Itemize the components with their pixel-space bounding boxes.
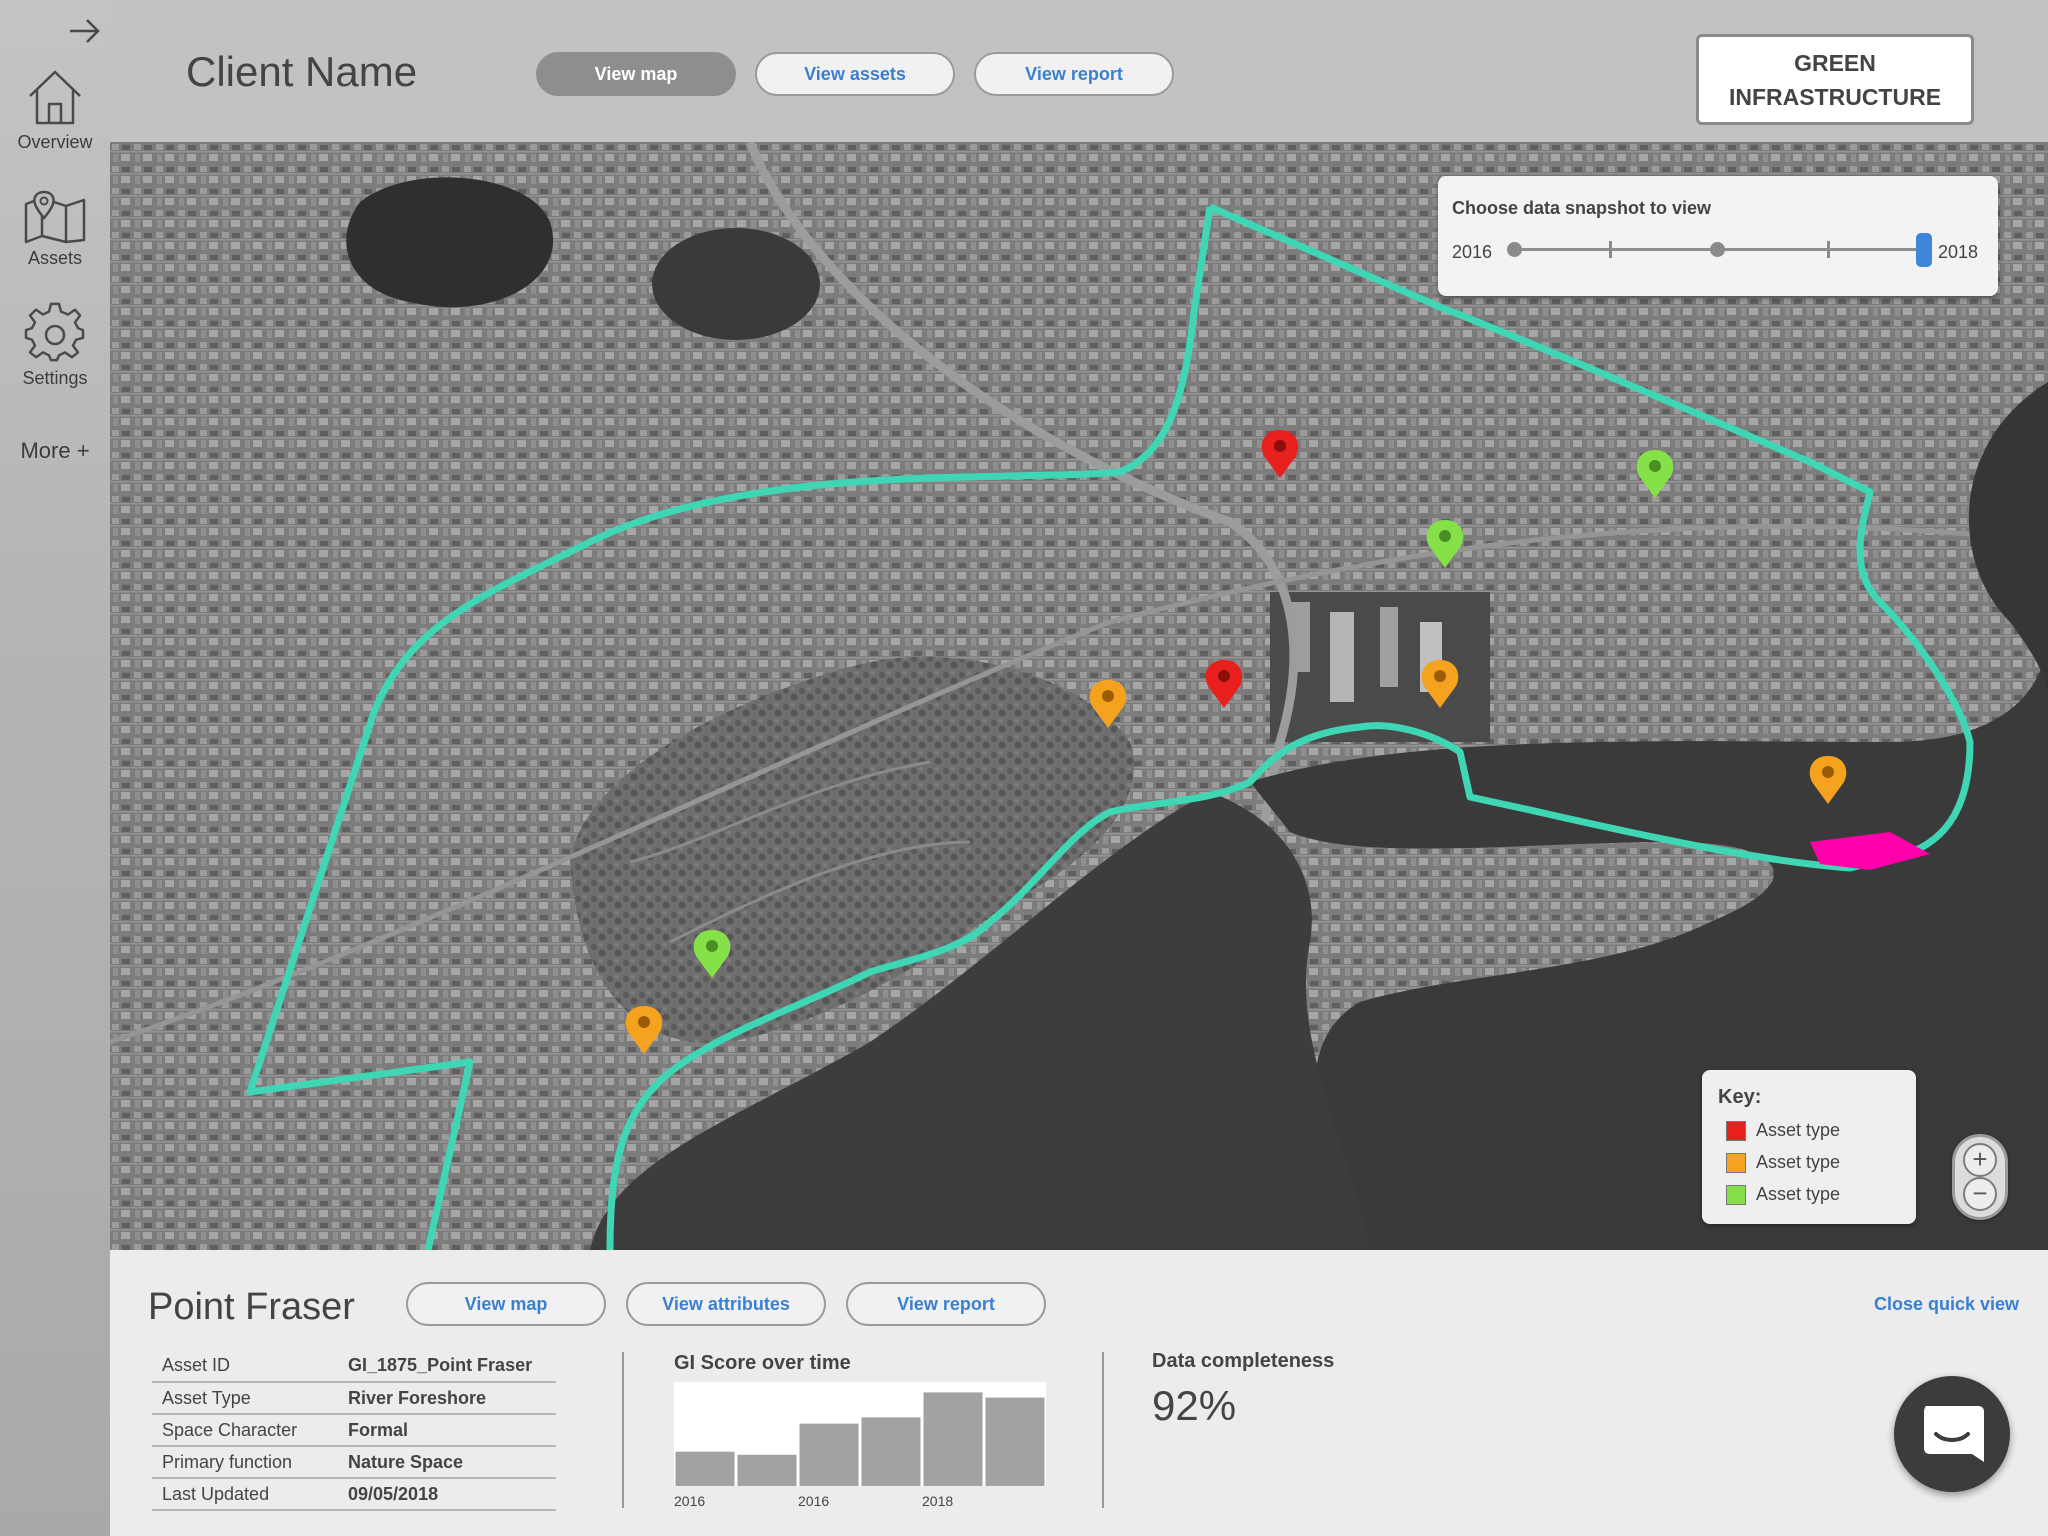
- chat-icon: [1924, 1406, 1984, 1462]
- chart-title: GI Score over time: [674, 1352, 851, 1374]
- quick-view-attributes-button[interactable]: View attributes: [626, 1282, 826, 1326]
- chart-bar: [923, 1392, 983, 1486]
- quick-view-report-button[interactable]: View report: [846, 1282, 1046, 1326]
- slider-stop[interactable]: [1507, 242, 1522, 257]
- gear-icon: [24, 302, 85, 362]
- divider: [622, 1352, 624, 1508]
- chat-button[interactable]: [1894, 1376, 2010, 1492]
- divider: [1102, 1352, 1104, 1508]
- attr-value: GI_1875_Point Fraser: [338, 1350, 556, 1383]
- map-key: Key: Asset type Asset type Asset type: [1702, 1070, 1916, 1224]
- badge-line-2: INFRASTRUCTURE: [1728, 83, 1942, 110]
- attr-label: Last Updated: [152, 1478, 338, 1511]
- expand-arrow-icon[interactable]: [68, 14, 102, 48]
- nav-item-settings[interactable]: Settings: [0, 302, 110, 389]
- nav-item-assets[interactable]: Assets: [0, 188, 110, 269]
- slider-start-year: 2016: [1452, 242, 1493, 262]
- nav-label-settings: Settings: [22, 368, 88, 388]
- key-label: Asset type: [1756, 1152, 1841, 1172]
- nav-label-overview: Overview: [17, 132, 93, 152]
- nav-label-assets: Assets: [27, 248, 83, 268]
- attr-value: 09/05/2018: [338, 1478, 556, 1511]
- table-row: Asset Type River Foreshore: [152, 1382, 556, 1415]
- quick-view-panel: Point Fraser View map View attributes Vi…: [110, 1250, 2048, 1536]
- key-label: Asset type: [1756, 1184, 1841, 1204]
- key-swatch-orange: [1726, 1152, 1746, 1173]
- attr-value: Formal: [338, 1414, 556, 1447]
- attr-label: Asset ID: [152, 1350, 338, 1383]
- key-swatch-red: [1726, 1120, 1746, 1141]
- map-icon: [24, 190, 86, 244]
- attributes-table: Asset ID GI_1875_Point Fraser Asset Type R…: [152, 1350, 556, 1511]
- close-quick-view-link[interactable]: Close quick view: [1874, 1294, 2019, 1315]
- chart-bar: [985, 1397, 1045, 1486]
- key-item: Asset type: [1726, 1152, 1840, 1173]
- header: Client Name View map View assets View re…: [110, 0, 2048, 142]
- home-icon: [29, 70, 81, 125]
- tab-view-report[interactable]: View report: [974, 52, 1174, 96]
- slider-tick: [1609, 241, 1612, 258]
- slider-handle[interactable]: [1916, 233, 1932, 267]
- badge-line-1: GREEN: [1794, 49, 1876, 76]
- key-item: Asset type: [1726, 1184, 1840, 1205]
- chart-x-tick-label: 2016: [674, 1493, 705, 1509]
- quick-view-map-button[interactable]: View map: [406, 1282, 606, 1326]
- chart-bar: [799, 1423, 859, 1486]
- slider-stop[interactable]: [1710, 242, 1725, 257]
- zoom-in-button[interactable]: +: [1963, 1143, 1997, 1177]
- key-swatch-green: [1726, 1184, 1746, 1205]
- sidebar: Overview Assets Settings More +: [0, 0, 110, 1536]
- table-row: Space Character Formal: [152, 1414, 556, 1447]
- zoom-control: + −: [1952, 1134, 2008, 1220]
- zoom-out-button[interactable]: −: [1963, 1177, 1997, 1211]
- client-name: Client Name: [186, 48, 418, 95]
- green-infrastructure-badge: GREEN INFRASTRUCTURE: [1696, 34, 1974, 125]
- tab-view-map[interactable]: View map: [536, 52, 736, 96]
- table-row: Last Updated 09/05/2018: [152, 1478, 556, 1511]
- nav-item-overview[interactable]: Overview: [0, 66, 110, 153]
- data-completeness-label: Data completeness: [1152, 1350, 1335, 1372]
- slider-tick: [1827, 241, 1830, 258]
- table-row: Primary function Nature Space: [152, 1446, 556, 1479]
- snapshot-slider[interactable]: [1507, 233, 1932, 267]
- key-label: Asset type: [1756, 1120, 1841, 1140]
- attr-value: Nature Space: [338, 1446, 556, 1479]
- attr-label: Space Character: [152, 1414, 338, 1447]
- chart-bar: [675, 1451, 735, 1486]
- snapshot-title: Choose data snapshot to view: [1452, 198, 1712, 218]
- chart-bar: [737, 1454, 797, 1486]
- snapshot-panel: Choose data snapshot to view 2016 2018: [1438, 176, 1998, 296]
- table-row: Asset ID GI_1875_Point Fraser: [152, 1350, 556, 1383]
- slider-end-year: 2018: [1938, 242, 1979, 262]
- attr-label: Asset Type: [152, 1382, 338, 1415]
- key-title: Key:: [1718, 1086, 1762, 1108]
- chart-bar: [861, 1417, 921, 1486]
- nav-more[interactable]: More +: [0, 438, 110, 464]
- chart-x-tick-label: 2016: [798, 1493, 829, 1509]
- attr-value: River Foreshore: [338, 1382, 556, 1415]
- tab-view-assets[interactable]: View assets: [755, 52, 955, 96]
- asset-title: Point Fraser: [148, 1286, 355, 1328]
- chart-x-tick-label: 2018: [922, 1493, 953, 1509]
- attr-label: Primary function: [152, 1446, 338, 1479]
- data-completeness-value: 92%: [1152, 1382, 1237, 1429]
- key-item: Asset type: [1726, 1120, 1840, 1141]
- gi-score-chart: 2016 2016 2018: [674, 1382, 1046, 1509]
